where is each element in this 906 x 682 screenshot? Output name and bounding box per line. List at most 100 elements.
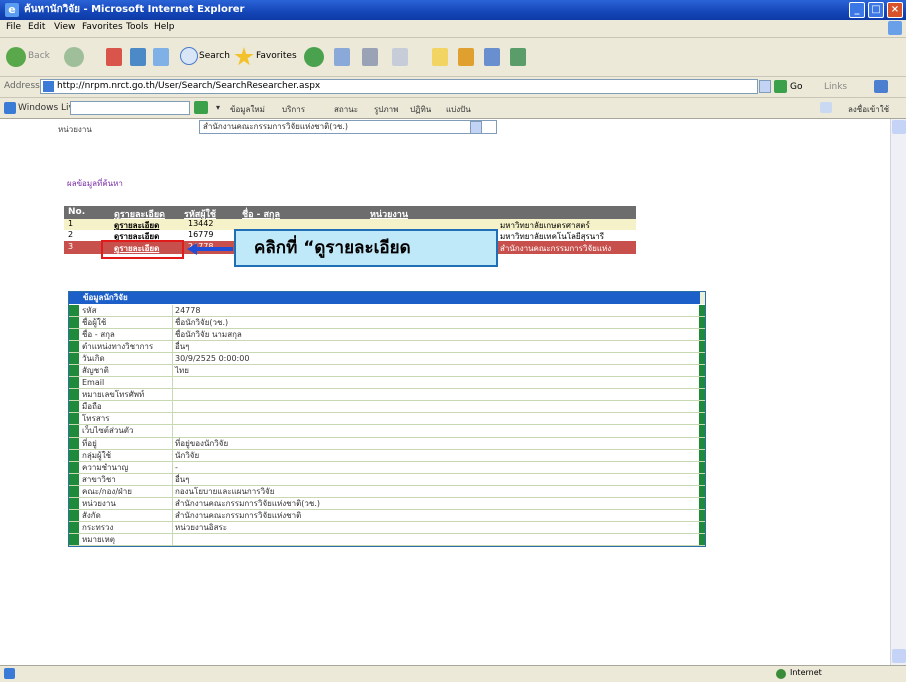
- row-edge: [699, 317, 705, 329]
- minimize-button[interactable]: _: [849, 2, 865, 18]
- favorites-star-icon[interactable]: [234, 47, 254, 66]
- row-edge: [699, 401, 705, 413]
- row-edge: [699, 413, 705, 425]
- detail-label: คณะ/กอง/ฝ่าย: [82, 485, 173, 497]
- detail-row: ชื่อ - สกุล ชื่อนักวิจัย นามสกุล: [69, 329, 705, 342]
- detail-value: อื่นๆ: [175, 342, 190, 352]
- go-label[interactable]: Go: [790, 82, 802, 92]
- refresh-icon[interactable]: [130, 48, 146, 66]
- detail-row: เว็บไซต์ส่วนตัว: [69, 425, 705, 438]
- detail-value: กองนโยบายและแผนการวิจัย: [175, 486, 275, 496]
- wl-item-news[interactable]: ข้อมูลใหม่: [230, 103, 265, 116]
- col-no: No.: [68, 207, 86, 217]
- row-marker: [69, 365, 79, 377]
- wl-item-services[interactable]: บริการ: [282, 103, 305, 116]
- result-label: ผลข้อมูลที่ค้นหา: [67, 179, 123, 188]
- row-no: 1: [68, 219, 74, 228]
- status-bar: Internet: [0, 665, 906, 682]
- detail-value: -: [175, 462, 178, 472]
- menu-tools[interactable]: Tools: [126, 22, 148, 32]
- history-icon[interactable]: [304, 47, 324, 67]
- detail-row: กระทรวง หน่วยงานอิสระ: [69, 521, 705, 534]
- folder-icon[interactable]: [432, 48, 448, 66]
- row-no: 3: [68, 242, 74, 251]
- results-header-row: No. ดูรายละเอียด รหัสผู้ใช้ ชื่อ - สกุล …: [64, 206, 636, 220]
- detail-label: กระทรวง: [82, 521, 173, 533]
- wl-item-share[interactable]: แบ่งปัน: [446, 103, 471, 116]
- windows-live-search-icon[interactable]: [194, 101, 208, 114]
- row-edge: [699, 341, 705, 353]
- menu-favorites[interactable]: Favorites: [82, 22, 123, 32]
- agency-select[interactable]: สำนักงานคณะกรรมการวิจัยแห่งชาติ(วช.): [199, 120, 497, 134]
- address-input[interactable]: http://nrpm.nrct.go.th/User/Search/Searc…: [40, 79, 758, 94]
- detail-value: สำนักงานคณะกรรมการวิจัยแห่งชาติ(วช.): [175, 498, 320, 508]
- menu-file[interactable]: File: [6, 22, 21, 32]
- favorites-label[interactable]: Favorites: [256, 51, 297, 61]
- detail-value: ที่อยู่ของนักวิจัย: [175, 438, 229, 448]
- discuss-icon[interactable]: [510, 48, 526, 66]
- wl-signin-label[interactable]: ลงชื่อเข้าใช้: [848, 103, 889, 116]
- wl-item-status[interactable]: สถานะ: [334, 103, 358, 116]
- links-label[interactable]: Links: [824, 82, 847, 92]
- row-edge: [699, 365, 705, 377]
- wl-item-calendar[interactable]: ปฏิทิน: [410, 103, 431, 116]
- detail-label: สาขาวิชา: [82, 473, 173, 485]
- windows-live-search-input[interactable]: [70, 101, 190, 115]
- row-marker: [69, 521, 79, 533]
- windows-live-toolbar: Windows Live ▾ ข้อมูลใหม่ บริการ สถานะ ร…: [0, 98, 906, 119]
- menu-view[interactable]: View: [54, 22, 75, 32]
- wl-signin-icon[interactable]: [820, 102, 832, 113]
- detail-row: ตำแหน่งทางวิชาการ อื่นๆ: [69, 341, 705, 354]
- agency-selected-value: สำนักงานคณะกรรมการวิจัยแห่งชาติ(วช.): [203, 122, 348, 131]
- wl-item-photos[interactable]: รูปภาพ: [374, 103, 398, 116]
- row-no: 2: [68, 230, 74, 239]
- go-arrow-icon[interactable]: [774, 80, 787, 93]
- detail-value: 24778: [175, 306, 201, 315]
- detail-label: สังกัด: [82, 509, 173, 521]
- close-button[interactable]: ×: [887, 2, 903, 18]
- maximize-button[interactable]: □: [868, 2, 884, 18]
- messenger-icon[interactable]: [458, 48, 474, 66]
- row-marker: [69, 449, 79, 461]
- home-icon[interactable]: [153, 48, 169, 66]
- scroll-down-arrow[interactable]: [892, 649, 906, 663]
- back-label[interactable]: Back: [28, 51, 50, 61]
- menu-bar: File Edit View Favorites Tools Help: [0, 20, 906, 38]
- scroll-up-arrow[interactable]: [892, 120, 906, 134]
- address-dropdown[interactable]: [759, 80, 771, 93]
- mail-icon[interactable]: [334, 48, 350, 66]
- page-icon: [43, 81, 54, 92]
- page-content: หน่วยงาน สำนักงานคณะกรรมการวิจัยแห่งชาติ…: [0, 119, 890, 665]
- row-marker: [69, 377, 79, 389]
- vertical-scrollbar[interactable]: [890, 119, 906, 665]
- print-icon[interactable]: [362, 48, 378, 66]
- edit-icon[interactable]: [392, 48, 408, 66]
- detail-row: ความชำนาญ -: [69, 461, 705, 474]
- detail-title-text: ข้อมูลนักวิจัย: [83, 293, 128, 302]
- menu-edit[interactable]: Edit: [28, 22, 45, 32]
- highlight-box: [101, 240, 184, 259]
- detail-row: กลุ่มผู้ใช้ นักวิจัย: [69, 449, 705, 462]
- detail-rows: รหัส 24778 ชื่อผู้ใช้ ชื่อนักวิจัย(วช.) ชื่อ…: [69, 305, 705, 546]
- windows-live-logo-icon: [4, 102, 16, 114]
- search-icon[interactable]: [180, 47, 198, 65]
- search-label[interactable]: Search: [199, 51, 230, 61]
- menu-help[interactable]: Help: [154, 22, 175, 32]
- detail-row: มือถือ: [69, 401, 705, 414]
- row-marker: [69, 533, 79, 545]
- extension-icon[interactable]: [874, 80, 888, 93]
- detail-title-edge: [700, 292, 705, 304]
- back-arrow-icon[interactable]: [6, 47, 26, 67]
- agency-label: หน่วยงาน: [58, 125, 92, 134]
- row-marker: [69, 425, 79, 437]
- research-icon[interactable]: [484, 48, 500, 66]
- detail-label: หมายเหตุ: [82, 533, 173, 545]
- forward-arrow-icon[interactable]: [64, 47, 84, 67]
- detail-label: ความชำนาญ: [82, 461, 173, 473]
- detail-row: หมายเหตุ: [69, 533, 705, 546]
- detail-row: หมายเลขโทรศัพท์: [69, 389, 705, 402]
- wl-dropdown-icon[interactable]: ▾: [216, 103, 220, 112]
- agency-dropdown-arrow[interactable]: [470, 121, 482, 134]
- windows-logo-icon: [888, 21, 902, 35]
- stop-icon[interactable]: [106, 48, 122, 66]
